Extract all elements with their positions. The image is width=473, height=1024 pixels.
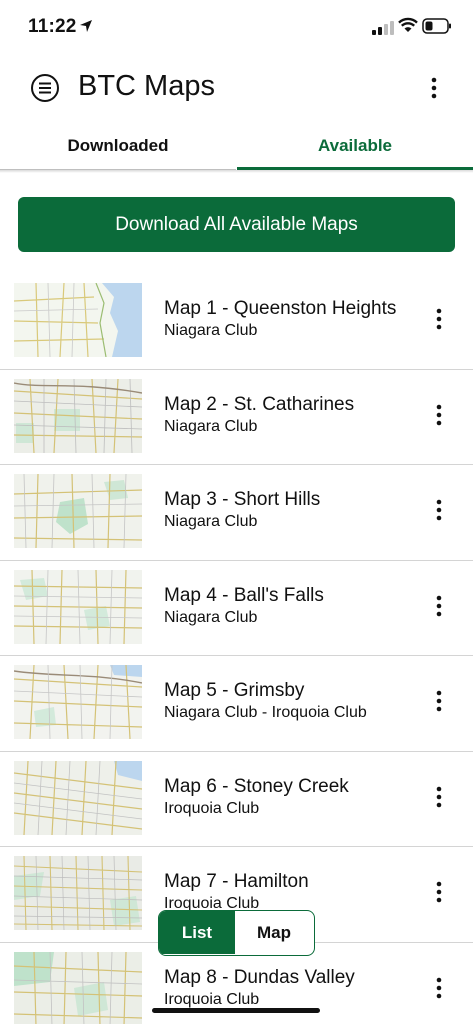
list-item[interactable]: Map 2 - St. Catharines Niagara Club [0,370,473,465]
status-time: 11:22 [28,16,77,37]
map-title: Map 4 - Ball's Falls [164,584,324,606]
tab-available[interactable]: Available [237,128,473,170]
map-title: Map 8 - Dundas Valley [164,966,355,988]
more-vertical-icon[interactable] [432,594,446,618]
list-item[interactable]: Map 5 - Grimsby Niagara Club - Iroquoia … [0,656,473,752]
download-all-button[interactable]: Download All Available Maps [18,197,455,252]
more-vertical-icon[interactable] [432,689,446,713]
more-vertical-icon[interactable] [432,976,446,1000]
wifi-icon [398,17,418,32]
tab-bar: Downloaded Available [0,128,473,172]
more-vertical-icon[interactable] [432,880,446,904]
home-indicator [152,1008,320,1013]
more-vertical-icon[interactable] [432,307,446,331]
map-club: Niagara Club - Iroquoia Club [164,704,367,721]
map-title: Map 2 - St. Catharines [164,393,355,415]
map-thumbnail [14,569,142,644]
map-view-button[interactable]: Map [235,911,313,954]
map-title: Map 7 - Hamilton [164,871,309,892]
view-toggle: List Map [158,910,315,956]
map-title: Map 6 - Stoney Creek [164,775,349,797]
list-item[interactable]: Map 1 - Queenston Heights Niagara Club [0,274,473,370]
map-club: Niagara Club [164,417,258,435]
map-club: Niagara Club [164,513,258,530]
more-vertical-icon[interactable] [432,403,446,427]
more-vertical-icon[interactable] [432,785,446,809]
map-thumbnail [14,951,142,1024]
list-item[interactable]: Map 3 - Short Hills Niagara Club [0,465,473,561]
map-title: Map 3 - Short Hills [164,489,321,510]
map-thumbnail [14,665,142,739]
list-view-button[interactable]: List [159,911,235,954]
tab-downloaded[interactable]: Downloaded [0,128,236,170]
map-thumbnail [14,856,142,930]
battery-icon [422,18,451,34]
more-vertical-icon[interactable] [432,498,446,522]
app-bar: BTC Maps [0,60,473,120]
status-bar: 11:22 [0,0,473,52]
list-item[interactable]: Map 6 - Stoney Creek Iroquoia Club [0,752,473,847]
map-club: Niagara Club [164,322,258,339]
location-arrow-icon [80,20,92,32]
page-title: BTC Maps [78,70,215,102]
tab-divider [0,170,473,173]
map-club: Iroquoia Club [164,799,260,817]
list-item[interactable]: Map 4 - Ball's Falls Niagara Club [0,561,473,656]
map-title: Map 1 - Queenston Heights [164,298,397,319]
map-club: Niagara Club [164,608,258,626]
cellular-signal-icon [372,21,394,35]
map-thumbnail [14,760,142,835]
map-thumbnail [14,474,142,548]
menu-icon[interactable] [30,73,60,103]
more-vertical-icon[interactable] [424,76,444,100]
map-thumbnail [14,283,142,357]
map-thumbnail [14,378,142,453]
map-title: Map 5 - Grimsby [164,680,305,701]
map-club: Iroquoia Club [164,990,260,1008]
